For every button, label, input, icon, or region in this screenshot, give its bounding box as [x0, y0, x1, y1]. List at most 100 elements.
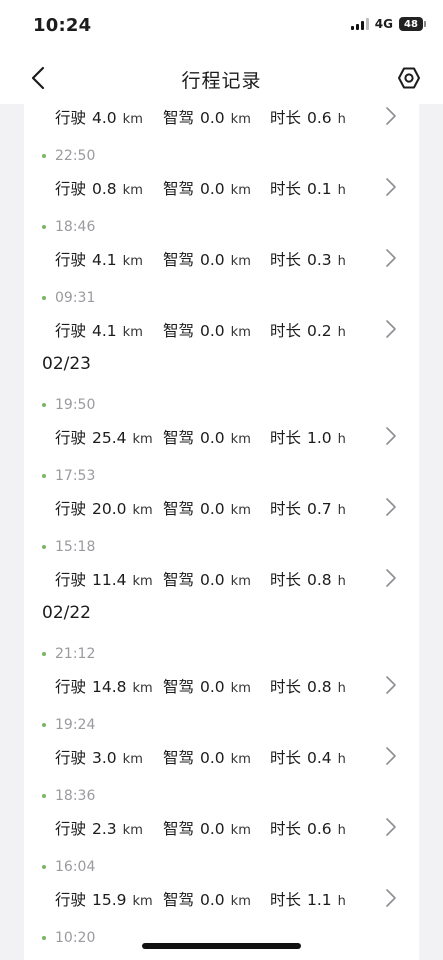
distance-label: 行驶 — [55, 180, 87, 198]
distance-value: 20.0 — [92, 500, 127, 518]
trip-row[interactable]: 21:12 行驶 14.8 km 智驾 0.0 km 时长 0.8 h — [24, 631, 419, 702]
duration-unit: h — [337, 254, 346, 269]
duration-unit: h — [337, 183, 346, 198]
duration-value: 0.4 — [307, 749, 332, 767]
assisted-unit: km — [230, 254, 251, 269]
timeline-dot-icon — [42, 865, 46, 869]
date-header: 02/23 — [42, 354, 91, 374]
trip-row[interactable]: 22:50 行驶 0.8 km 智驾 0.0 km 时长 0.1 h — [24, 133, 419, 204]
trip-stats: 行驶 14.8 km 智驾 0.0 km 时长 0.8 h — [55, 675, 370, 697]
duration-stat: 时长 0.4 h — [270, 746, 370, 768]
trip-start-time: 21:12 — [55, 646, 96, 662]
trip-start-time: 09:31 — [55, 290, 96, 306]
timeline-dot-icon — [42, 936, 46, 940]
chevron-right-icon — [386, 107, 396, 125]
trip-time: 18:46 — [42, 217, 95, 237]
distance-value: 14.8 — [92, 678, 127, 696]
distance-value: 4.0 — [92, 109, 117, 127]
duration-label: 时长 — [270, 180, 302, 198]
trip-row[interactable]: 17:53 行驶 20.0 km 智驾 0.0 km 时长 0.7 h — [24, 453, 419, 524]
chevron-right-icon — [386, 320, 396, 338]
duration-unit: h — [337, 325, 346, 340]
distance-stat: 行驶 0.8 km — [55, 177, 163, 199]
trip-row[interactable]: 行驶 4.0 km 智驾 0.0 km 时长 0.6 h — [24, 104, 419, 133]
chevron-right-icon — [386, 178, 396, 196]
trip-time: 10:20 — [42, 928, 95, 948]
duration-label: 时长 — [270, 749, 302, 767]
distance-unit: km — [132, 574, 153, 589]
duration-value: 0.6 — [307, 820, 332, 838]
distance-stat: 行驶 20.0 km — [55, 497, 163, 519]
assisted-value: 0.0 — [200, 891, 225, 909]
distance-value: 11.4 — [92, 571, 127, 589]
distance-label: 行驶 — [55, 749, 87, 767]
timeline-dot-icon — [42, 794, 46, 798]
distance-unit: km — [122, 183, 143, 198]
trip-stats: 行驶 15.9 km 智驾 0.0 km 时长 1.1 h — [55, 888, 370, 910]
trip-row[interactable]: 10:20 — [24, 915, 419, 960]
trip-start-time: 18:46 — [55, 219, 96, 235]
duration-stat: 时长 0.7 h — [270, 497, 370, 519]
trip-time: 22:50 — [42, 146, 95, 166]
assisted-unit: km — [230, 432, 251, 447]
home-indicator[interactable] — [142, 943, 301, 949]
settings-button[interactable] — [395, 64, 423, 92]
chevron-right-icon — [386, 889, 396, 907]
trip-stats: 行驶 3.0 km 智驾 0.0 km 时长 0.4 h — [55, 746, 370, 768]
trip-start-time: 19:50 — [55, 397, 96, 413]
cellular-signal-icon — [350, 18, 369, 30]
distance-stat: 行驶 2.3 km — [55, 817, 163, 839]
assisted-unit: km — [230, 503, 251, 518]
trip-start-time: 17:53 — [55, 468, 96, 484]
duration-stat: 时长 0.6 h — [270, 817, 370, 839]
trip-row[interactable]: 19:50 行驶 25.4 km 智驾 0.0 km 时长 1.0 h — [24, 382, 419, 453]
duration-value: 0.8 — [307, 571, 332, 589]
trip-stats: 行驶 11.4 km 智驾 0.0 km 时长 0.8 h — [55, 568, 370, 590]
assisted-driving-stat: 智驾 0.0 km — [163, 319, 270, 341]
status-indicators: 4G 48 — [350, 17, 426, 31]
distance-value: 4.1 — [92, 251, 117, 269]
duration-value: 0.7 — [307, 500, 332, 518]
trip-time: 18:36 — [42, 786, 95, 806]
assisted-driving-stat: 智驾 0.0 km — [163, 497, 270, 519]
page-title: 行程记录 — [181, 70, 262, 92]
distance-label: 行驶 — [55, 891, 87, 909]
trip-row[interactable]: 18:46 行驶 4.1 km 智驾 0.0 km 时长 0.3 h — [24, 204, 419, 275]
assisted-value: 0.0 — [200, 500, 225, 518]
trip-row[interactable]: 16:04 行驶 15.9 km 智驾 0.0 km 时长 1.1 h — [24, 844, 419, 915]
trip-row[interactable]: 18:36 行驶 2.3 km 智驾 0.0 km 时长 0.6 h — [24, 773, 419, 844]
assisted-value: 0.0 — [200, 429, 225, 447]
duration-stat: 时长 0.6 h — [270, 106, 370, 128]
trip-time: 17:53 — [42, 466, 95, 486]
status-bar: 10:24 4G 48 — [0, 0, 443, 52]
trip-start-time: 18:36 — [55, 788, 96, 804]
assisted-unit: km — [230, 325, 251, 340]
assisted-label: 智驾 — [163, 429, 195, 447]
duration-label: 时长 — [270, 678, 302, 696]
distance-value: 0.8 — [92, 180, 117, 198]
distance-unit: km — [132, 681, 153, 696]
distance-unit: km — [132, 503, 153, 518]
hexagon-settings-icon — [398, 67, 420, 89]
trip-list-card[interactable]: 行驶 4.0 km 智驾 0.0 km 时长 0.6 h 22:50 行驶 0.… — [24, 104, 419, 960]
assisted-label: 智驾 — [163, 749, 195, 767]
trip-stats: 行驶 20.0 km 智驾 0.0 km 时长 0.7 h — [55, 497, 370, 519]
assisted-driving-stat: 智驾 0.0 km — [163, 888, 270, 910]
duration-value: 1.1 — [307, 891, 332, 909]
assisted-unit: km — [230, 574, 251, 589]
trip-time: 19:24 — [42, 715, 95, 735]
trip-row[interactable]: 15:18 行驶 11.4 km 智驾 0.0 km 时长 0.8 h — [24, 524, 419, 595]
distance-value: 2.3 — [92, 820, 117, 838]
duration-value: 0.1 — [307, 180, 332, 198]
trip-row[interactable]: 09:31 行驶 4.1 km 智驾 0.0 km 时长 0.2 h — [24, 275, 419, 346]
chevron-right-icon — [386, 427, 396, 445]
duration-value: 0.8 — [307, 678, 332, 696]
assisted-label: 智驾 — [163, 251, 195, 269]
assisted-value: 0.0 — [200, 820, 225, 838]
assisted-driving-stat: 智驾 0.0 km — [163, 817, 270, 839]
assisted-label: 智驾 — [163, 571, 195, 589]
distance-stat: 行驶 3.0 km — [55, 746, 163, 768]
duration-stat: 时长 0.8 h — [270, 675, 370, 697]
trip-stats: 行驶 0.8 km 智驾 0.0 km 时长 0.1 h — [55, 177, 370, 199]
trip-row[interactable]: 19:24 行驶 3.0 km 智驾 0.0 km 时长 0.4 h — [24, 702, 419, 773]
